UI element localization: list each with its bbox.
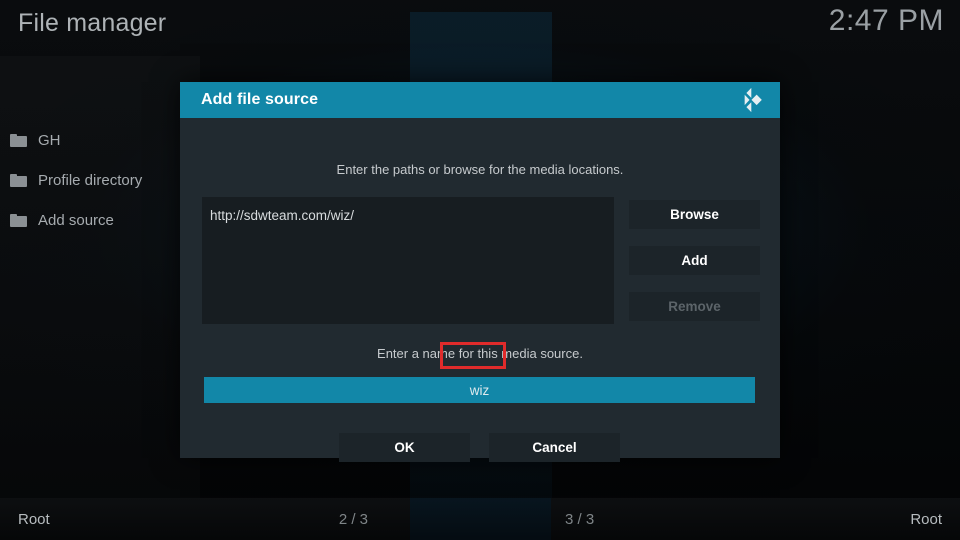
list-item-label: Profile directory xyxy=(38,171,143,189)
footer-left-segment: Root 2 / 3 xyxy=(0,498,410,540)
footer-right-segment: 3 / 3 Root xyxy=(551,498,960,540)
left-source-list: GH Profile directory Add source xyxy=(0,120,200,240)
footer-left-count: 2 / 3 xyxy=(338,510,368,528)
media-source-name-input[interactable]: wiz xyxy=(204,377,755,403)
cancel-button[interactable]: Cancel xyxy=(489,433,620,462)
paths-hint-label: Enter the paths or browse for the media … xyxy=(336,162,624,177)
folder-icon xyxy=(10,174,27,187)
dialog-body: Enter the paths or browse for the media … xyxy=(180,118,780,462)
paths-list[interactable]: http://sdwteam.com/wiz/ xyxy=(202,197,614,324)
kodi-logo-icon xyxy=(738,86,766,114)
remove-button: Remove xyxy=(629,292,760,321)
footer-middle-segment xyxy=(410,498,551,540)
footer-right-path: Root xyxy=(910,510,942,528)
list-item-profile-directory[interactable]: Profile directory xyxy=(0,160,200,200)
footer-right-count: 3 / 3 xyxy=(565,510,595,528)
kodi-screen: File manager 2:47 PM GH Profile director… xyxy=(0,0,960,540)
footer-left-path: Root xyxy=(18,510,50,528)
ok-button[interactable]: OK xyxy=(339,433,470,462)
list-item-label: GH xyxy=(38,131,61,149)
footer-bar: Root 2 / 3 3 / 3 Root xyxy=(0,498,960,540)
add-button[interactable]: Add xyxy=(629,246,760,275)
list-item-add-source[interactable]: Add source xyxy=(0,200,200,240)
top-bar: File manager 2:47 PM xyxy=(0,0,960,56)
page-title: File manager xyxy=(18,9,167,37)
path-list-item[interactable]: http://sdwteam.com/wiz/ xyxy=(210,208,354,223)
list-item-gh[interactable]: GH xyxy=(0,120,200,160)
browse-button[interactable]: Browse xyxy=(629,200,760,229)
dialog-title: Add file source xyxy=(201,91,319,108)
folder-icon xyxy=(10,214,27,227)
media-source-name-value: wiz xyxy=(469,382,490,398)
name-hint-label: Enter a name for this media source. xyxy=(377,346,583,361)
list-item-label: Add source xyxy=(38,211,114,229)
folder-icon xyxy=(10,134,27,147)
add-file-source-dialog: Add file source Enter the paths or brows… xyxy=(180,82,780,462)
dialog-header: Add file source xyxy=(180,82,780,118)
clock-label: 2:47 PM xyxy=(828,4,944,37)
